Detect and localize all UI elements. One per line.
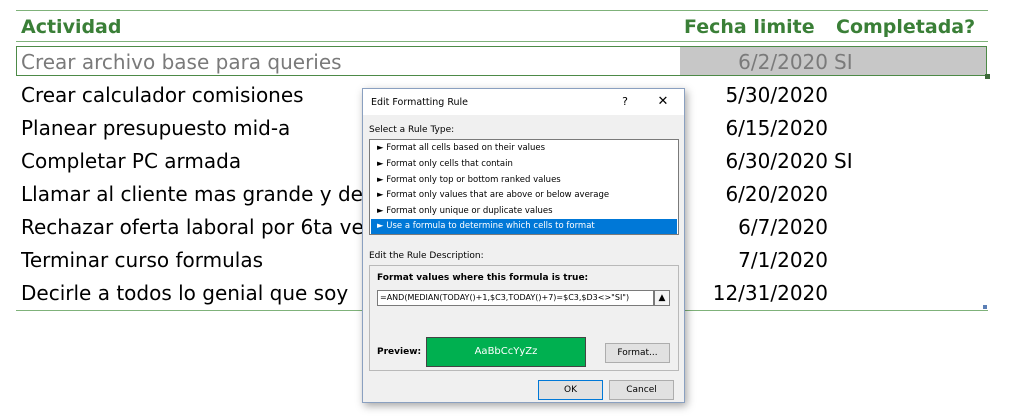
table-row-date[interactable]: 6/2/2020 (640, 50, 828, 74)
dialog-titlebar[interactable]: Edit Formatting Rule ? ✕ (363, 89, 684, 115)
header-completed[interactable]: Completada? (836, 15, 986, 39)
table-row-task[interactable]: Planear presupuesto mid-a (21, 116, 381, 140)
ok-button[interactable]: OK (538, 380, 603, 400)
select-rule-type-label: Select a Rule Type: (369, 125, 455, 135)
formula-input[interactable]: =AND(MEDIAN(TODAY()+1,$C3,TODAY()+7)=$C3… (377, 290, 654, 306)
table-row-done[interactable]: SI (834, 149, 894, 173)
table-row-done[interactable]: SI (834, 50, 894, 74)
table-row-task[interactable]: Decirle a todos lo genial que soy (21, 281, 381, 305)
rule-type-item[interactable]: ► Format only values that are above or b… (371, 188, 677, 203)
header-due-date[interactable]: Fecha limite (684, 15, 814, 39)
table-row-task[interactable]: Completar PC armada (21, 149, 381, 173)
table-row-task[interactable]: Terminar curso formulas (21, 248, 381, 272)
format-button[interactable]: Format... (605, 343, 670, 363)
help-button[interactable]: ? (615, 93, 635, 111)
table-top-border (16, 10, 988, 11)
header-activity[interactable]: Actividad (21, 15, 381, 39)
table-row-task[interactable]: Crear calculador comisiones (21, 83, 381, 107)
close-icon[interactable]: ✕ (652, 93, 674, 111)
edit-description-label: Edit the Rule Description: (369, 251, 484, 261)
rule-type-list[interactable]: ► Format all cells based on their values… (369, 139, 679, 235)
collapse-dialog-icon[interactable]: ▲ (654, 290, 670, 306)
fill-handle[interactable] (985, 74, 990, 79)
cancel-button[interactable]: Cancel (609, 380, 674, 400)
header-underline (16, 41, 988, 42)
table-resize-handle[interactable] (983, 305, 987, 309)
preview-label: Preview: (377, 347, 422, 357)
rule-type-item[interactable]: ► Format only top or bottom ranked value… (371, 173, 677, 188)
table-row-task[interactable]: Rechazar oferta laboral por 6ta vez (21, 215, 381, 239)
table-row-task[interactable]: Crear archivo base para queries (21, 50, 381, 74)
format-preview: AaBbCcYyZz (426, 337, 586, 367)
edit-formatting-rule-dialog: Edit Formatting Rule ? ✕ Select a Rule T… (362, 88, 685, 403)
rule-type-item[interactable]: ► Format only unique or duplicate values (371, 204, 677, 219)
rule-type-item[interactable]: ► Format only cells that contain (371, 157, 677, 172)
formula-label: Format values where this formula is true… (377, 273, 589, 283)
rule-type-item[interactable]: ► Format all cells based on their values (371, 141, 677, 156)
dialog-title: Edit Formatting Rule (371, 97, 469, 108)
rule-type-item-selected[interactable]: ► Use a formula to determine which cells… (371, 219, 677, 234)
table-row-task[interactable]: Llamar al cliente mas grande y deci (21, 182, 381, 206)
